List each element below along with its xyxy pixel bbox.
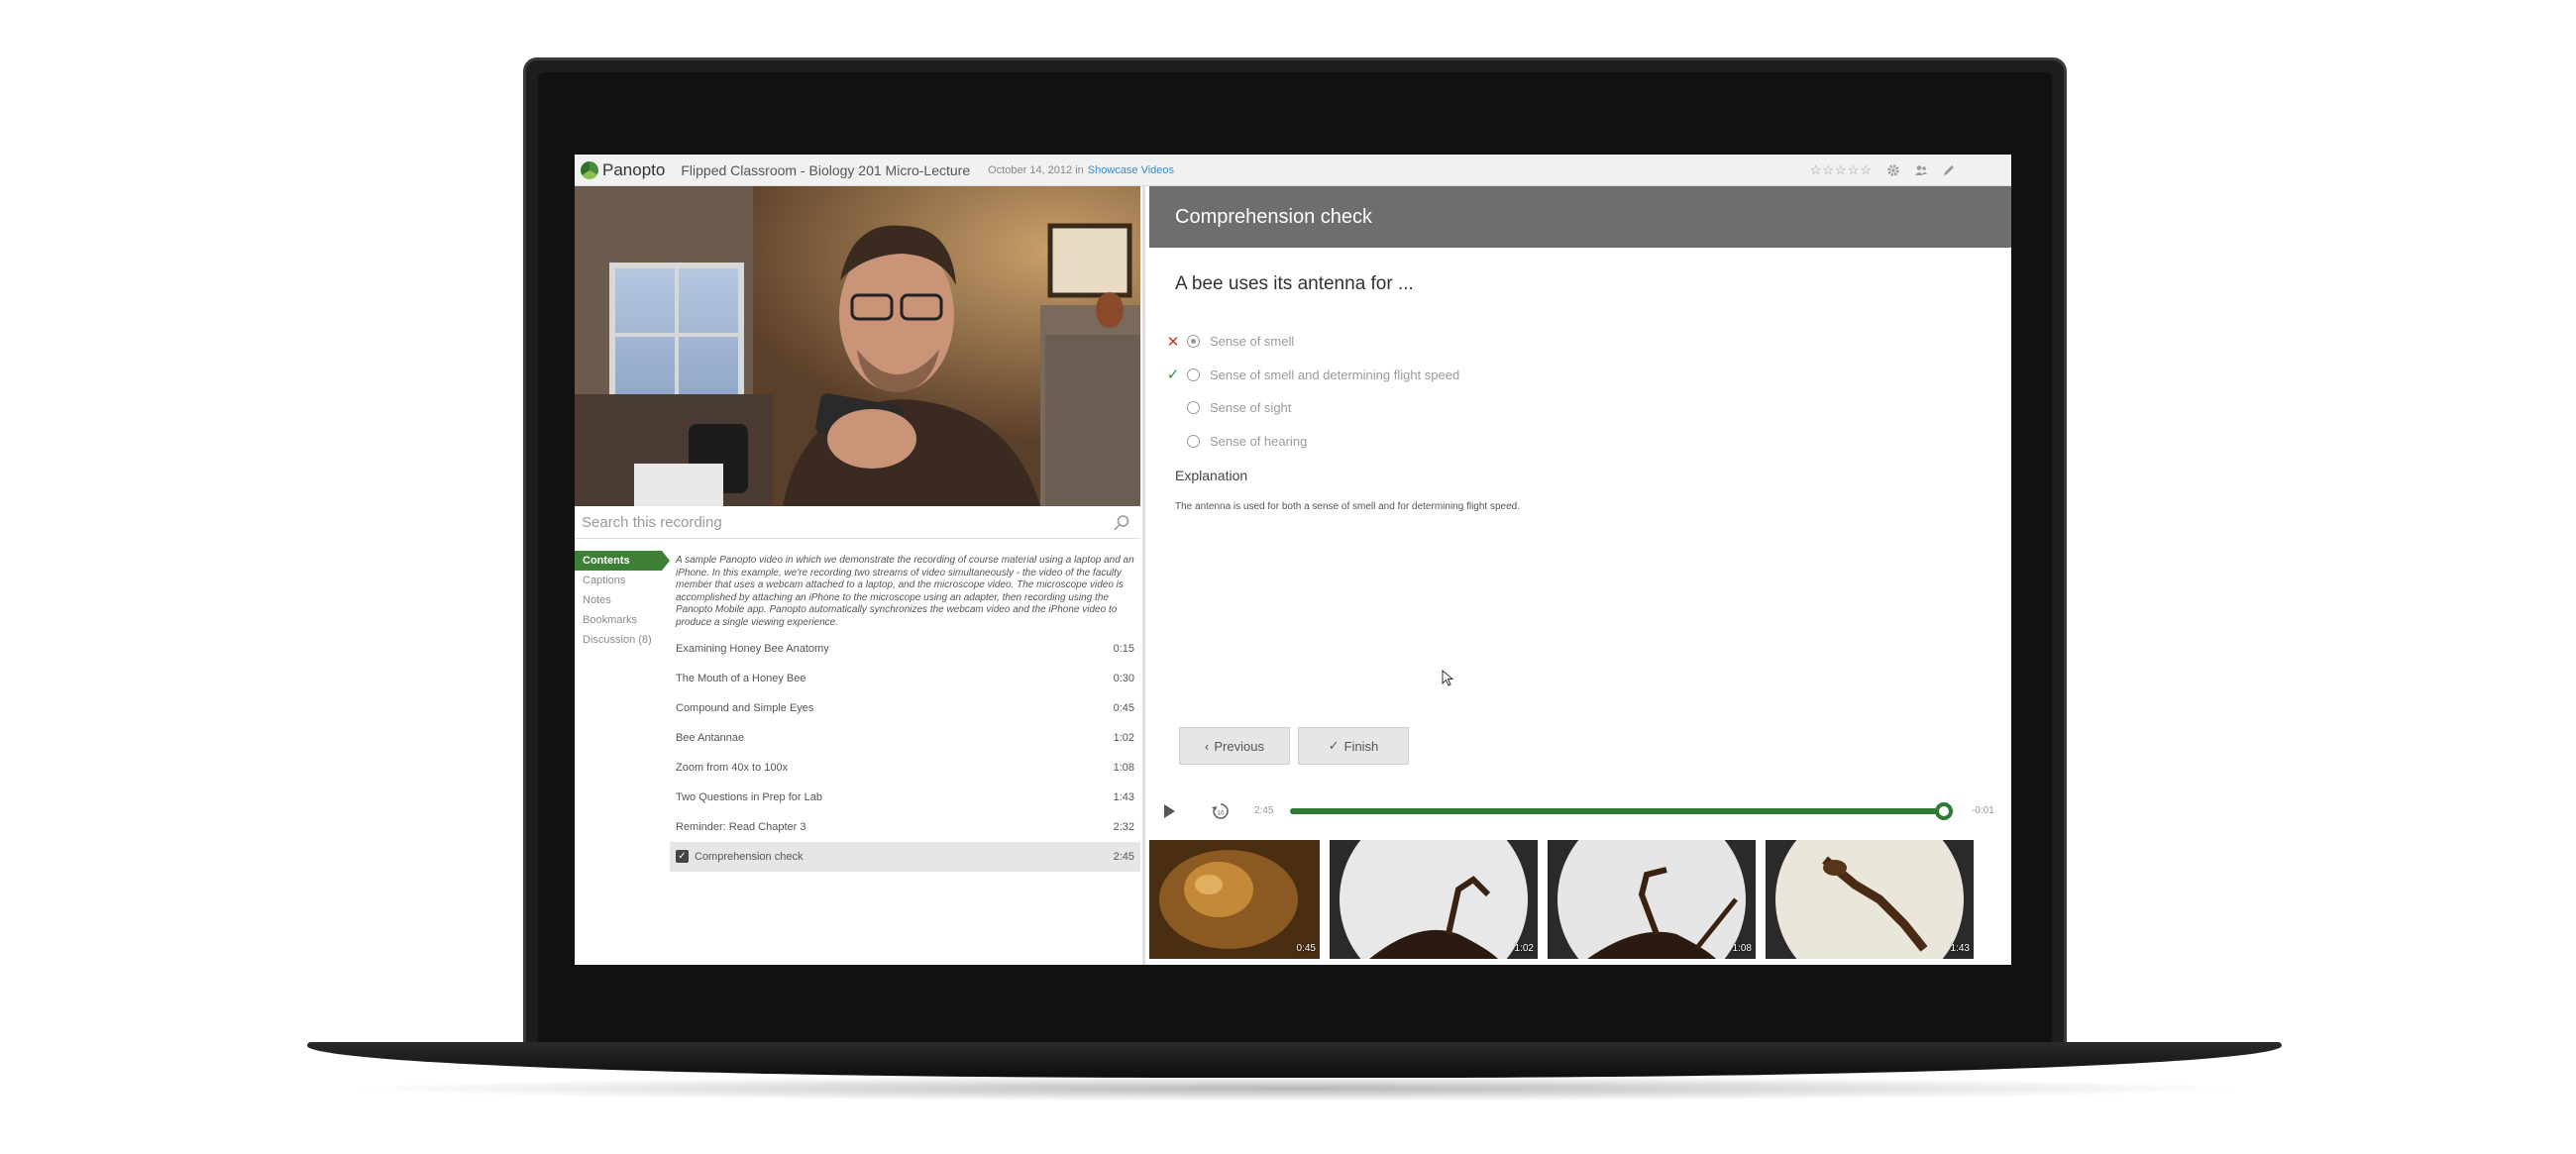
answer-label: Sense of hearing (1210, 433, 1308, 449)
nav-notes[interactable]: Notes (575, 590, 670, 610)
thumbnail[interactable]: 1:08 (1548, 840, 1756, 959)
panel-divider[interactable] (1142, 186, 1145, 965)
side-nav: Contents Captions Notes Bookmarks Discus… (575, 551, 670, 650)
radio-button[interactable] (1187, 367, 1200, 381)
thumbnail-time: 1:08 (1732, 943, 1752, 954)
nav-contents[interactable]: Contents (575, 551, 670, 571)
webcam-video[interactable] (575, 186, 1140, 506)
toc-time: 1:02 (1113, 731, 1134, 744)
laptop-base (307, 1042, 2282, 1078)
toc-title: Two Questions in Prep for Lab (676, 790, 822, 803)
answer-label: Sense of smell and determining flight sp… (1210, 367, 1460, 382)
thumbnail-time: 1:43 (1950, 943, 1970, 954)
toc-title: Reminder: Read Chapter 3 (676, 820, 806, 833)
toc-item[interactable]: Zoom from 40x to 100x 1:08 (670, 753, 1140, 783)
finish-label: Finish (1343, 738, 1379, 754)
finish-button[interactable]: ✓ Finish (1298, 727, 1409, 765)
thumbnail[interactable]: 1:43 (1766, 840, 1974, 959)
toc-item[interactable]: Examining Honey Bee Anatomy 0:15 (670, 634, 1140, 664)
elapsed-time: 2:45 (1254, 805, 1274, 816)
toc-item[interactable]: Two Questions in Prep for Lab 1:43 (670, 783, 1140, 812)
nav-bookmarks[interactable]: Bookmarks (575, 610, 670, 630)
thumbnail[interactable]: 0:45 (1149, 840, 1320, 959)
toc-time: 0:15 (1113, 642, 1134, 655)
toc-item[interactable]: The Mouth of a Honey Bee 0:30 (670, 664, 1140, 693)
toc-title: The Mouth of a Honey Bee (676, 672, 806, 684)
correct-check-icon: ✓ (1166, 367, 1180, 384)
folder-link[interactable]: Showcase Videos (1088, 164, 1174, 176)
toc-title: Examining Honey Bee Anatomy (676, 642, 829, 655)
play-icon[interactable] (1161, 803, 1177, 819)
radio-button[interactable] (1187, 401, 1200, 415)
answer-list: ✕ Sense of smell ✓ Sense of smell and de… (1165, 325, 1460, 459)
rewind-10-icon[interactable]: 10 (1211, 801, 1231, 821)
radio-button-selected[interactable] (1187, 335, 1200, 349)
search-bar (575, 506, 1140, 539)
player-controls: 10 2:45 -0:01 (1149, 796, 2011, 826)
settings-gear-icon[interactable] (1886, 163, 1900, 177)
quiz-question: A bee uses its antenna for ... (1175, 273, 1414, 294)
session-description: A sample Panopto video in which we demon… (676, 555, 1134, 628)
toc-title: Comprehension check (695, 850, 804, 863)
lecture-title: Flipped Classroom - Biology 201 Micro-Le… (681, 161, 971, 178)
screen: Panopto Flipped Classroom - Biology 201 … (575, 155, 2011, 965)
toc-time: 1:43 (1113, 790, 1134, 803)
explanation-heading: Explanation (1175, 468, 1248, 483)
search-icon[interactable] (1113, 514, 1130, 532)
progress-handle[interactable] (1934, 802, 1953, 820)
previous-button[interactable]: ‹ Previous (1179, 727, 1290, 765)
thumbnail-time: 0:45 (1296, 943, 1316, 954)
top-bar: Panopto Flipped Classroom - Biology 201 … (575, 155, 2011, 186)
nav-captions[interactable]: Captions (575, 571, 670, 590)
progress-fill (1290, 808, 1944, 814)
lecture-date: October 14, 2012 in (988, 163, 1084, 176)
toc-item-selected[interactable]: ✓ Comprehension check 2:45 (670, 841, 1140, 872)
incorrect-x-icon: ✕ (1166, 333, 1180, 351)
answer-label: Sense of smell (1210, 334, 1295, 350)
quiz-checkbox-icon: ✓ (676, 850, 689, 864)
explanation-text: The antenna is used for both a sense of … (1175, 501, 1520, 512)
edit-pencil-icon[interactable] (1942, 163, 1956, 177)
toc-time: 0:45 (1113, 701, 1134, 714)
answer-option[interactable]: Sense of hearing (1165, 425, 1459, 459)
panopto-logo[interactable]: Panopto (581, 160, 665, 180)
chevron-left-icon: ‹ (1205, 738, 1210, 754)
toc-title: Zoom from 40x to 100x (676, 761, 789, 774)
toc-time: 1:08 (1113, 761, 1134, 774)
nav-discussion[interactable]: Discussion (8) (575, 630, 670, 650)
toc-item[interactable]: Bee Antannae 1:02 (670, 723, 1140, 753)
thumbnail-strip: 0:45 1:02 1:08 1:43 (1149, 840, 2011, 959)
search-input[interactable] (582, 513, 1097, 531)
thumbnail-time: 1:02 (1514, 943, 1534, 954)
svg-text:10: 10 (1218, 811, 1225, 817)
mouse-cursor-icon (1442, 670, 1454, 686)
panopto-logo-icon (581, 160, 598, 179)
star-rating[interactable]: ☆☆☆☆☆ (1810, 162, 1873, 178)
toc-item[interactable]: Compound and Simple Eyes 0:45 (670, 693, 1140, 723)
share-users-icon[interactable] (1914, 163, 1928, 177)
laptop-shadow (337, 1076, 2252, 1102)
answer-option[interactable]: ✕ Sense of smell (1165, 325, 1459, 359)
thumbnail[interactable]: 1:02 (1330, 840, 1538, 959)
toc-title: Compound and Simple Eyes (676, 701, 814, 714)
previous-label: Previous (1214, 738, 1264, 754)
radio-button[interactable] (1187, 434, 1200, 448)
answer-option[interactable]: ✓ Sense of smell and determining flight … (1165, 359, 1460, 392)
top-icons: ☆☆☆☆☆ (1810, 162, 1956, 178)
toc-item[interactable]: Reminder: Read Chapter 3 2:32 (670, 812, 1140, 842)
toc-time: 0:30 (1113, 672, 1134, 684)
toc-time: 2:45 (1113, 850, 1134, 863)
toc-title: Bee Antannae (676, 731, 745, 744)
logo-text: Panopto (602, 159, 666, 179)
quiz-header: Comprehension check (1149, 186, 2011, 248)
progress-track[interactable] (1290, 802, 1954, 820)
toc-left: ✓ Comprehension check (676, 850, 804, 864)
contents-panel: A sample Panopto video in which we demon… (670, 555, 1140, 872)
toc-time: 2:32 (1113, 820, 1134, 833)
checkmark-icon: ✓ (1328, 738, 1340, 753)
answer-option[interactable]: Sense of sight (1165, 391, 1459, 425)
remaining-time: -0:01 (1972, 805, 1994, 816)
answer-label: Sense of sight (1210, 400, 1292, 416)
